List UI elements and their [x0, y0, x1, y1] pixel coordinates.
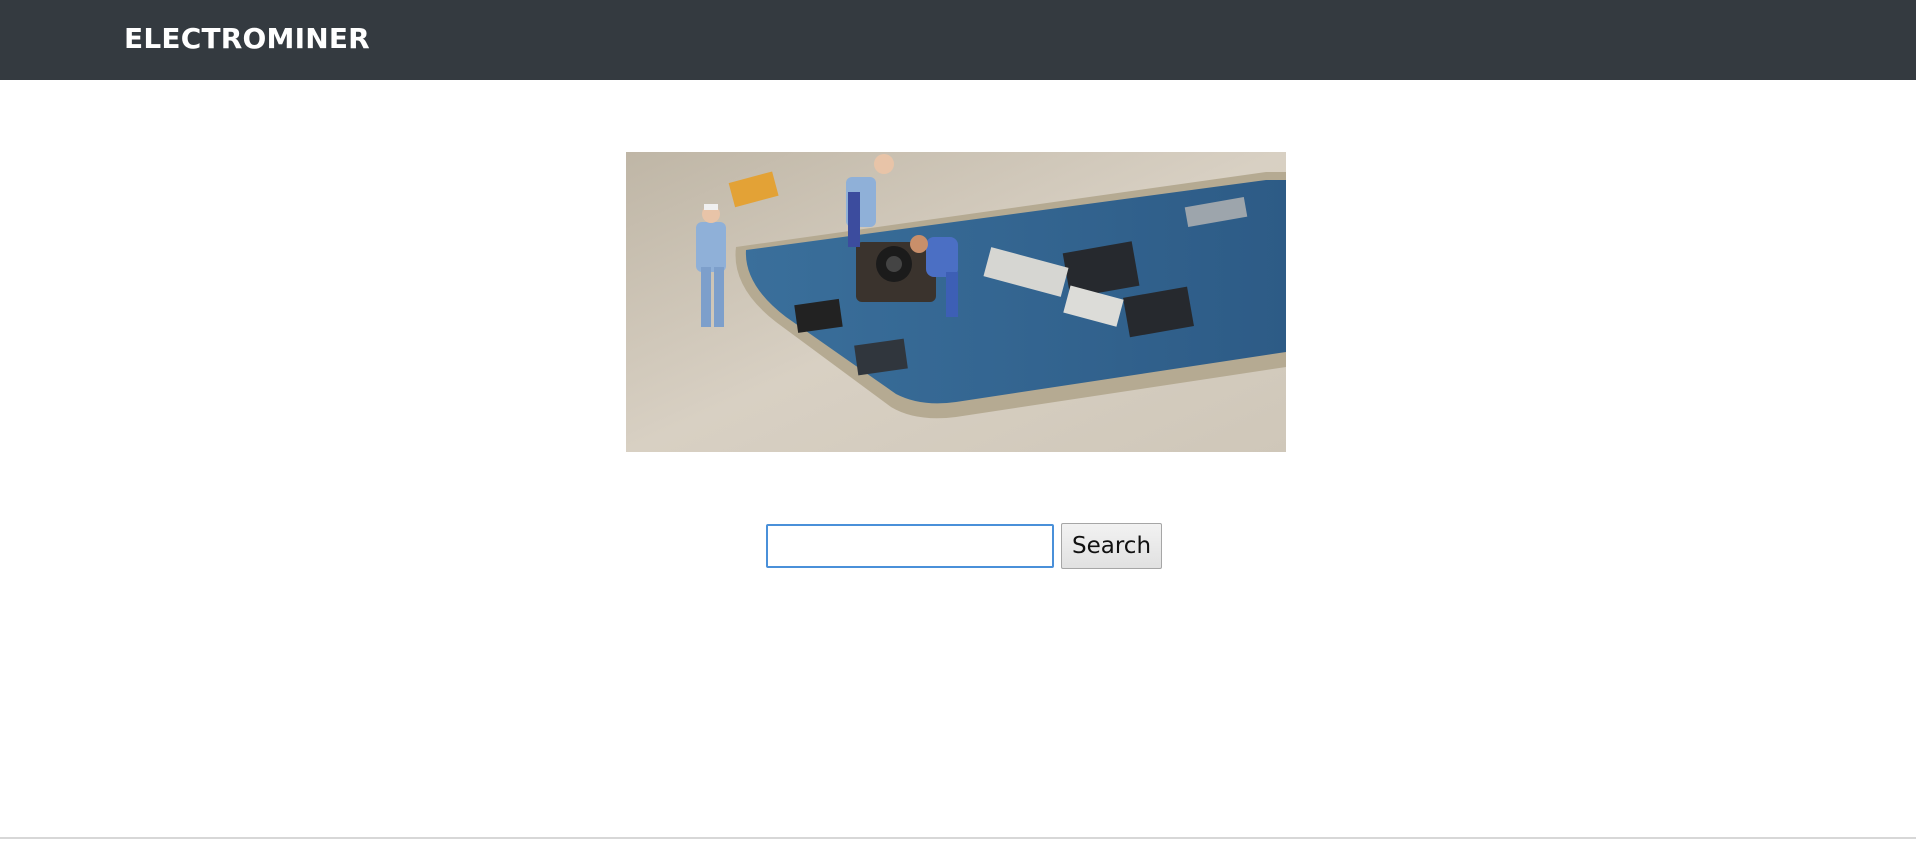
search-button[interactable]: Search — [1061, 523, 1163, 569]
hero-image — [626, 152, 1286, 452]
search-bar: Search — [766, 523, 1163, 569]
top-navbar: ELECTROMINER — [0, 0, 1916, 80]
search-input[interactable] — [766, 524, 1054, 568]
brand-logo-link[interactable]: ELECTROMINER — [124, 20, 370, 58]
footer-divider — [0, 837, 1916, 839]
